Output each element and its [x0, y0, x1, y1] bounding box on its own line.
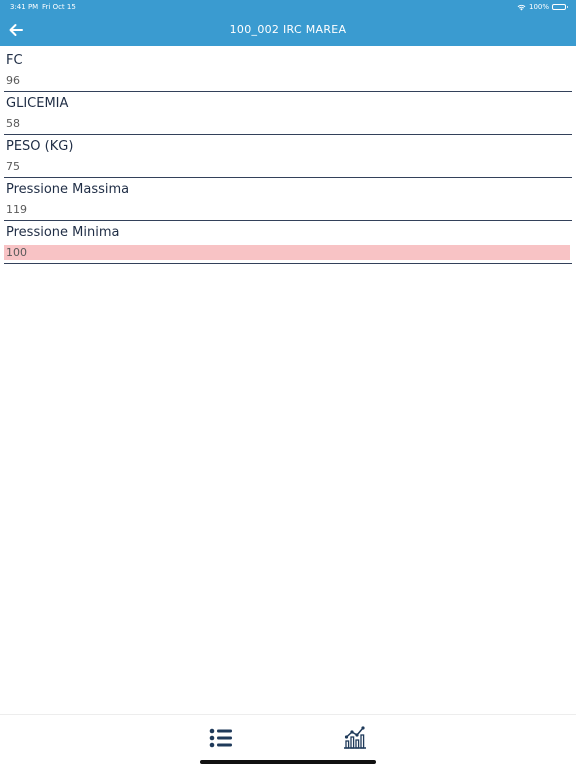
- item-value: 96: [6, 74, 20, 87]
- status-indicators: 100%: [517, 0, 568, 14]
- tab-chart[interactable]: [342, 724, 368, 750]
- list-item[interactable]: GLICEMIA 58: [4, 92, 572, 135]
- list-item[interactable]: Pressione Minima 100: [4, 221, 572, 264]
- battery-percent: 100%: [528, 3, 549, 11]
- status-date: Fri Oct 15: [42, 3, 76, 11]
- item-label: PESO (KG): [6, 139, 74, 154]
- wifi-icon: [517, 4, 526, 10]
- item-label: Pressione Massima: [6, 182, 130, 197]
- measurement-list: FC 96 GLICEMIA 58 PESO (KG) 75 Pressione…: [0, 49, 576, 264]
- home-indicator: [200, 760, 376, 764]
- tab-bar: [0, 714, 576, 768]
- status-bar: 3:41 PM Fri Oct 15 100%: [0, 0, 576, 14]
- item-label: FC: [6, 53, 23, 68]
- page-title: 100_002 IRC MAREA: [229, 23, 347, 36]
- list-item[interactable]: FC 96: [4, 49, 572, 92]
- item-value: 75: [6, 160, 20, 173]
- item-value-alert: 100: [4, 245, 570, 260]
- navigation-bar: 100_002 IRC MAREA: [0, 14, 576, 46]
- list-item[interactable]: PESO (KG) 75: [4, 135, 572, 178]
- list-item[interactable]: Pressione Massima 119: [4, 178, 572, 221]
- battery-icon: [552, 4, 568, 10]
- tab-list[interactable]: [208, 725, 234, 751]
- status-time: 3:41 PM: [10, 3, 39, 11]
- item-label: Pressione Minima: [6, 225, 120, 240]
- top-bar: 3:41 PM Fri Oct 15 100% 100_002 IRC MARE…: [0, 0, 576, 46]
- list-icon: [209, 728, 232, 748]
- app-screen: 3:41 PM Fri Oct 15 100% 100_002 IRC MARE…: [0, 0, 576, 768]
- chart-icon: [344, 726, 366, 749]
- item-value: 58: [6, 117, 20, 130]
- item-value: 119: [6, 203, 27, 216]
- item-label: GLICEMIA: [6, 96, 69, 111]
